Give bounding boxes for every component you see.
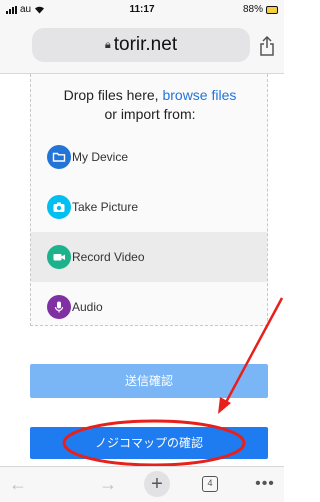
forward-arrow-icon[interactable]: → (96, 473, 120, 495)
tabs-count-button[interactable]: 4 (202, 476, 218, 492)
drop-instructions: Drop files here, browse files or import … (31, 86, 269, 124)
map-confirm-button[interactable]: ノジコマップの確認 (30, 427, 268, 459)
share-icon[interactable] (258, 36, 276, 56)
more-menu-icon[interactable]: ••• (252, 473, 278, 495)
camera-icon (47, 195, 71, 219)
lock-icon: 🔒︎ (104, 38, 111, 51)
file-uploader-panel: Drop files here, browse files or import … (30, 74, 268, 326)
video-camera-icon (47, 245, 71, 269)
confirm-send-button[interactable]: 送信確認 (30, 364, 268, 398)
browser-toolbar: ← → + 4 ••• (0, 466, 284, 502)
source-audio[interactable]: Audio (31, 282, 267, 332)
browser-address-area: 🔒︎ torir.net (0, 20, 284, 74)
source-label: Record Video (72, 250, 145, 264)
browse-files-link[interactable]: browse files (162, 87, 236, 103)
folder-icon (47, 145, 71, 169)
source-my-device[interactable]: My Device (31, 132, 267, 182)
battery-percent: 88% (242, 4, 263, 15)
url-text: torir.net (113, 34, 178, 55)
back-arrow-icon[interactable]: ← (6, 473, 30, 495)
battery-info: 88% (243, 4, 278, 15)
source-record-video[interactable]: Record Video (31, 232, 267, 282)
drop-text: Drop files here, (63, 87, 163, 103)
import-text: or import from: (104, 106, 196, 122)
source-label: Take Picture (72, 200, 139, 214)
address-bar[interactable]: 🔒︎ torir.net (32, 28, 250, 62)
battery-icon (266, 5, 278, 14)
new-tab-plus-icon[interactable]: + (144, 471, 170, 497)
status-bar: au 11:17 88% (0, 0, 284, 20)
source-take-picture[interactable]: Take Picture (31, 182, 267, 232)
source-label: Audio (72, 300, 103, 314)
clock: 11:17 (129, 4, 155, 15)
source-label: My Device (72, 150, 129, 164)
microphone-icon (47, 295, 71, 319)
